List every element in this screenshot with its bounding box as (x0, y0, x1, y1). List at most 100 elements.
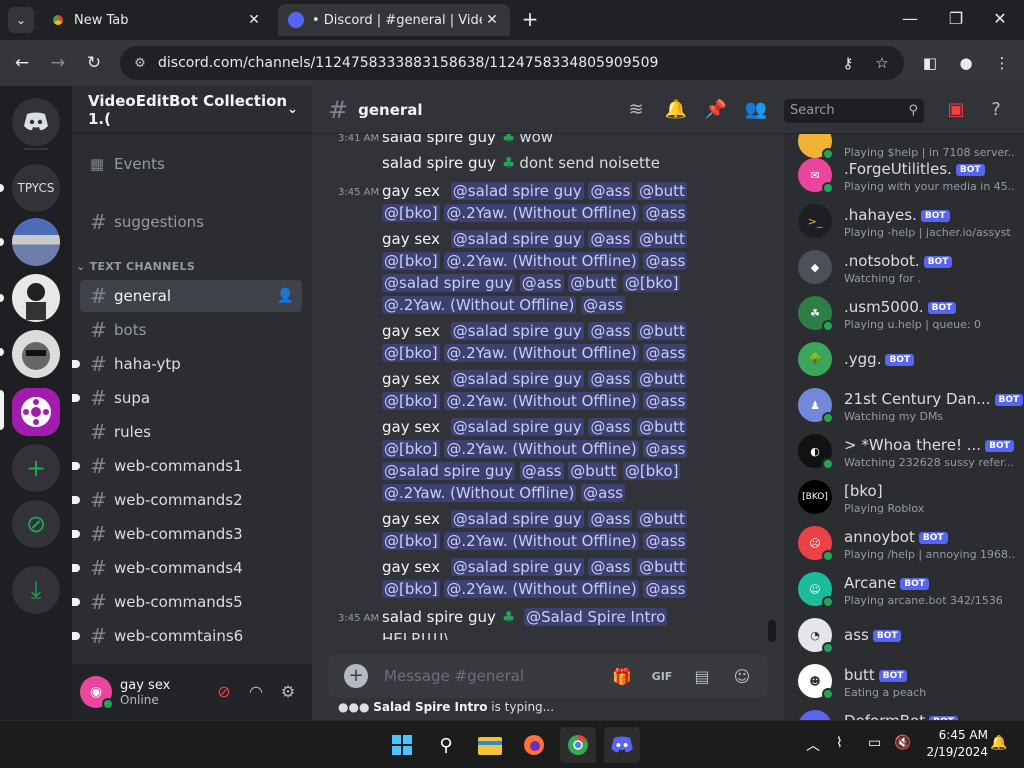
mention[interactable]: @.2Yaw. (Without Offline) (444, 252, 639, 270)
channel-rules[interactable]: # rules (80, 416, 302, 448)
message-author[interactable]: salad spire guy (382, 134, 496, 146)
network-icon[interactable]: ⌇ (836, 735, 843, 751)
close-window-icon[interactable]: ✕ (988, 8, 1012, 32)
member-item[interactable]: ◐ > *Whoa there! ... BOT Watching 232628 … (798, 430, 1018, 472)
pin-icon[interactable]: 📌 (704, 98, 728, 122)
chrome-taskbar-icon[interactable] (560, 727, 596, 763)
member-item[interactable]: DeformBotBOT (798, 706, 1018, 720)
channel-general[interactable]: # general 👤 (80, 280, 302, 312)
mention[interactable]: @ass (588, 418, 633, 436)
inbox-icon[interactable]: ▣ (944, 98, 968, 122)
member-item[interactable]: ☹ annoybot BOT Playing /help | annoying 1… (798, 522, 1018, 564)
message-author[interactable]: salad spire guy (382, 608, 496, 626)
mention[interactable]: @[bko] (382, 204, 440, 222)
profile-icon[interactable]: ● (954, 51, 978, 75)
mention[interactable]: @salad spire guy (450, 418, 584, 436)
channel-supa[interactable]: # supa (72, 382, 302, 414)
minimize-icon[interactable]: — (898, 8, 922, 32)
forward-arrow-icon[interactable]: → (46, 51, 70, 75)
events-link[interactable]: ▦ Events (80, 148, 302, 180)
channel-web-commands5[interactable]: # web-commands5 (72, 586, 302, 618)
add-server-icon[interactable]: + (12, 444, 60, 492)
message-author[interactable]: gay sex (382, 558, 440, 576)
member-item[interactable]: ☺ Arcane BOT Playing arcane.bot 342/1536 (798, 568, 1018, 610)
mention[interactable]: @ass (643, 580, 688, 598)
mention[interactable]: @.2Yaw. (Without Offline) (444, 344, 639, 362)
message-composer[interactable]: + Message #general 🎁 GIF ▤ ☺ (328, 654, 768, 698)
mention[interactable]: @[bko] (382, 580, 440, 598)
close-tab-icon[interactable]: ✕ (244, 12, 264, 28)
guild-header[interactable]: VideoEditBot Collection 1.( ⌄ (72, 86, 312, 134)
message-author[interactable]: gay sex (382, 322, 440, 340)
firefox-icon[interactable] (516, 727, 552, 763)
mention[interactable]: @ass (588, 182, 633, 200)
channel-web-commands2[interactable]: # web-commands2 (72, 484, 302, 516)
discord-taskbar-icon[interactable] (604, 727, 640, 763)
mention[interactable]: @ass (588, 322, 633, 340)
mention[interactable]: @salad spire guy (382, 462, 515, 480)
member-item[interactable]: ✉ .ForgeUtilitles. BOT Playing with your … (798, 154, 1018, 196)
mention[interactable]: @ass (581, 484, 625, 502)
mention[interactable]: @.2Yaw. (Without Offline) (444, 580, 639, 598)
tab-discord[interactable]: • Discord | #general | VideoEdit ✕ (278, 4, 510, 36)
mention[interactable]: @salad spire guy (450, 182, 584, 200)
mention[interactable]: @.2Yaw. (Without Offline) (382, 484, 577, 502)
mention[interactable]: @.2Yaw. (Without Offline) (382, 296, 577, 314)
site-info-icon[interactable]: ⚙ (130, 56, 150, 71)
search-input[interactable]: Search ⚲ (784, 99, 924, 123)
volume-muted-icon[interactable]: 🔇 (894, 735, 911, 751)
mention[interactable]: @butt (637, 510, 687, 528)
mention[interactable]: @salad spire guy (450, 230, 584, 248)
home-discord-icon[interactable] (12, 98, 60, 146)
settings-gear-icon[interactable]: ⚙ (276, 682, 300, 702)
mention[interactable]: @ass (588, 370, 633, 388)
server-tpycs[interactable]: TPYCS (12, 164, 60, 212)
mention[interactable]: @.2Yaw. (Without Offline) (444, 440, 639, 458)
mention[interactable]: @[bko] (382, 532, 440, 550)
mention[interactable]: @ass (643, 252, 688, 270)
message-author[interactable]: gay sex (382, 418, 440, 436)
new-tab-button[interactable]: + (518, 8, 542, 32)
bookmark-star-icon[interactable]: ☆ (870, 54, 894, 72)
address-bar[interactable]: ⚙ discord.com/channels/11247583338831586… (120, 46, 904, 80)
mention[interactable]: @butt (637, 322, 687, 340)
reload-icon[interactable]: ↻ (82, 51, 106, 75)
tab-new-tab[interactable]: New Tab ✕ (40, 4, 272, 36)
create-invite-icon[interactable]: 👤 (277, 288, 294, 304)
mention[interactable]: @ass (643, 532, 688, 550)
mention[interactable]: @butt (637, 230, 687, 248)
side-panel-icon[interactable]: ◧ (918, 51, 942, 75)
help-icon[interactable]: ? (984, 98, 1008, 122)
channel-bots[interactable]: # bots (80, 314, 302, 346)
server-icon[interactable] (12, 218, 60, 266)
back-arrow-icon[interactable]: ← (10, 51, 34, 75)
member-item[interactable]: 🌳 .ygg. BOT (798, 338, 1018, 380)
mention[interactable]: @butt (568, 274, 619, 292)
mention[interactable]: @ass (581, 296, 625, 314)
display-icon[interactable]: ▭ (868, 735, 881, 751)
mention[interactable]: @ass (519, 274, 564, 292)
explore-compass-icon[interactable]: ⊘ (12, 500, 60, 548)
member-item[interactable]: ♟ 21st Century Dan... BOT Watching my DMs (798, 384, 1024, 426)
chevron-up-icon[interactable]: ︿ (806, 735, 820, 755)
bell-icon[interactable]: 🔔 (664, 98, 688, 122)
message-input-placeholder[interactable]: Message #general (384, 667, 608, 685)
more-menu-icon[interactable]: ⋮ (990, 51, 1014, 75)
mention[interactable]: @butt (568, 462, 619, 480)
channel-haha-ytp[interactable]: # haha-ytp (72, 348, 302, 380)
message-author[interactable]: gay sex (382, 370, 440, 388)
mention[interactable]: @salad spire guy (450, 322, 584, 340)
mention[interactable]: @.2Yaw. (Without Offline) (444, 392, 639, 410)
member-item[interactable]: ◔ ass BOT (798, 614, 1018, 656)
channel-suggestions[interactable]: # suggestions (80, 206, 302, 238)
scrollbar-thumb[interactable] (768, 620, 776, 642)
mention[interactable]: @butt (637, 370, 687, 388)
key-icon[interactable]: ⚷ (836, 54, 860, 72)
avatar[interactable]: ◉ (80, 676, 114, 710)
emoji-icon[interactable]: ☺ (728, 667, 756, 686)
server-icon[interactable] (12, 274, 60, 322)
headphones-icon[interactable]: ◠ (244, 682, 268, 702)
mention[interactable]: @ass (588, 558, 633, 576)
server-videoeditbot[interactable] (12, 388, 60, 436)
mention[interactable]: @ass (519, 462, 564, 480)
